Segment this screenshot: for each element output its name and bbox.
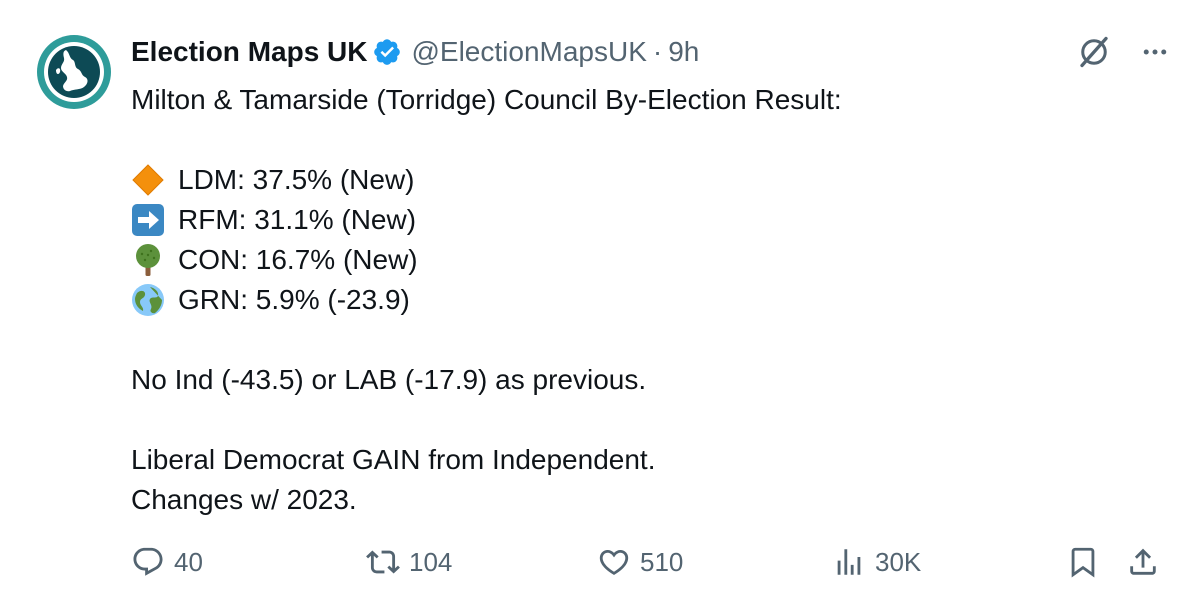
previous-note: No Ind (-43.5) or LAB (-17.9) as previou… xyxy=(131,364,647,395)
changes-note: Changes w/ 2023. xyxy=(131,484,357,515)
conclusion: Liberal Democrat GAIN from Independent. xyxy=(131,444,656,475)
tweet-header: Election Maps UK @ElectionMapsUK · 9h xyxy=(131,30,699,74)
tree-icon xyxy=(131,243,165,277)
globe-icon xyxy=(131,283,165,317)
retweet-icon xyxy=(366,550,400,574)
result-ldm: LDM: 37.5% (New) xyxy=(131,160,1131,200)
result-text: RFM: 31.1% (New) xyxy=(178,204,417,235)
reply-icon xyxy=(133,547,163,576)
tweet-text: Milton & Tamarside (Torridge) Council By… xyxy=(131,80,1131,520)
result-grn: GRN: 5.9% (-23.9) xyxy=(131,280,1131,320)
tweet-card[interactable]: Election Maps UK @ElectionMapsUK · 9h Mi… xyxy=(0,0,1198,610)
tweet-actions: 40 104 510 30K xyxy=(131,540,1171,584)
timestamp[interactable]: 9h xyxy=(668,30,699,74)
analytics-icon xyxy=(837,549,861,575)
heart-icon xyxy=(599,549,629,575)
retweet-count: 104 xyxy=(409,546,453,577)
headline: Milton & Tamarside (Torridge) Council By… xyxy=(131,84,842,115)
retweet-button[interactable]: 104 xyxy=(366,540,452,584)
more-options-icon[interactable] xyxy=(1140,37,1170,67)
display-name[interactable]: Election Maps UK xyxy=(131,30,367,74)
result-con: CON: 16.7% (New) xyxy=(131,240,1131,280)
avatar[interactable] xyxy=(36,34,112,110)
view-count: 30K xyxy=(875,546,922,577)
bookmark-button[interactable] xyxy=(1066,540,1100,584)
result-rfm: RFM: 31.1% (New) xyxy=(131,200,1131,240)
share-icon xyxy=(1130,548,1156,575)
author-handle[interactable]: @ElectionMapsUK xyxy=(411,30,646,74)
like-count: 510 xyxy=(640,546,684,577)
views-button[interactable]: 30K xyxy=(832,540,921,584)
top-actions xyxy=(1076,30,1170,74)
separator-dot: · xyxy=(652,36,663,67)
result-text: CON: 16.7% (New) xyxy=(178,244,418,275)
share-button[interactable] xyxy=(1126,540,1160,584)
result-text: GRN: 5.9% (-23.9) xyxy=(178,284,410,315)
reply-count: 40 xyxy=(174,546,203,577)
election-maps-logo-icon xyxy=(37,35,111,109)
right-arrow-icon xyxy=(131,203,165,237)
result-text: LDM: 37.5% (New) xyxy=(178,164,415,195)
like-button[interactable]: 510 xyxy=(597,540,683,584)
orange-diamond-icon xyxy=(131,163,165,197)
grok-icon[interactable] xyxy=(1076,34,1112,70)
reply-button[interactable]: 40 xyxy=(131,540,203,584)
bookmark-icon xyxy=(1071,547,1095,578)
verified-badge-icon[interactable] xyxy=(372,37,402,67)
